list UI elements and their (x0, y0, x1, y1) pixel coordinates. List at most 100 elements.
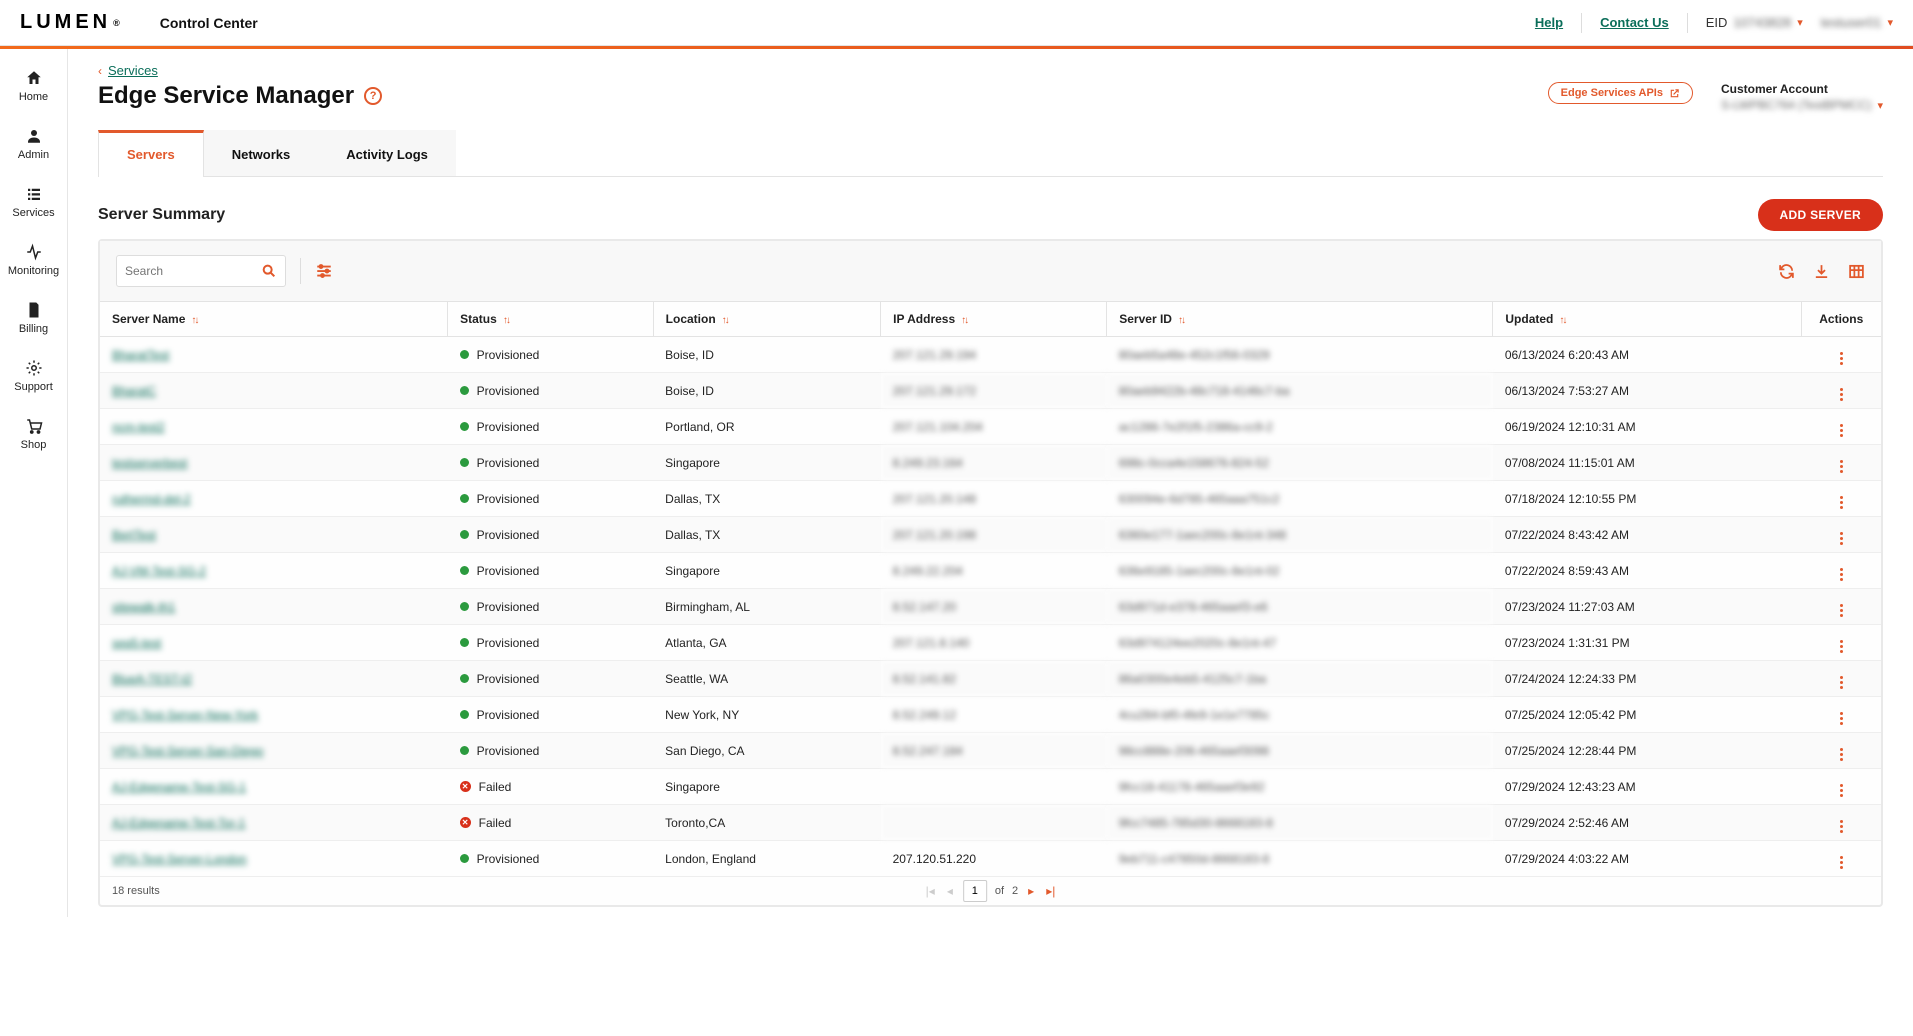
add-server-button[interactable]: ADD SERVER (1758, 199, 1883, 231)
contact-us-link[interactable]: Contact Us (1600, 15, 1669, 30)
updated-cell: 07/23/2024 11:27:03 AM (1493, 589, 1801, 625)
col-ip-address[interactable]: IP Address↑↓ (881, 302, 1107, 337)
ip-cell: 207.121.29.172 (881, 373, 1107, 409)
server-name-link[interactable]: sitewalk-th1 (112, 600, 175, 614)
server-name-link[interactable]: BharatC (112, 384, 156, 398)
server-name-link[interactable]: AJ-VM-Test-SG-2 (112, 564, 206, 578)
row-actions-menu-icon[interactable] (1840, 676, 1843, 689)
ip-cell: 8.52.247.184 (881, 733, 1107, 769)
row-actions-menu-icon[interactable] (1840, 532, 1843, 545)
help-link[interactable]: Help (1535, 15, 1563, 30)
server-summary-panel: Server Name↑↓ Status↑↓ Location↑↓ IP Add… (98, 239, 1883, 907)
search-input-wrapper (116, 255, 286, 287)
row-actions-menu-icon[interactable] (1840, 604, 1843, 617)
row-actions-menu-icon[interactable] (1840, 748, 1843, 761)
filter-icon[interactable] (315, 262, 333, 280)
table-row: AJ-Edgename-Test-Tor-1✕FailedToronto,CA9… (100, 805, 1881, 841)
sidenav: Home Admin Services Monitoring Billing S… (0, 49, 68, 917)
server-name-link[interactable]: BertTest (112, 528, 156, 542)
nav-support[interactable]: Support (0, 347, 67, 405)
search-icon[interactable] (261, 263, 277, 279)
row-actions-menu-icon[interactable] (1840, 496, 1843, 509)
list-icon (25, 185, 43, 203)
col-location[interactable]: Location↑↓ (653, 302, 880, 337)
col-server-name[interactable]: Server Name↑↓ (100, 302, 448, 337)
status-cell: ✕Failed (460, 816, 642, 830)
server-id-cell: 63d971d-e378-465aaef3-e6 (1107, 589, 1493, 625)
table-row: BharatTestProvisionedBoise, ID207.121.29… (100, 337, 1881, 373)
server-name-link[interactable]: ncm-test2 (112, 420, 165, 434)
pager-next-icon[interactable]: ▸ (1026, 884, 1036, 898)
table-row: BharatCProvisionedBoise, ID207.121.29.17… (100, 373, 1881, 409)
tab-servers[interactable]: Servers (98, 130, 204, 177)
pager-last-icon[interactable]: ▸| (1044, 884, 1057, 898)
divider (300, 258, 301, 284)
location-cell: Singapore (653, 769, 880, 805)
pager-first-icon[interactable]: |◂ (924, 884, 937, 898)
server-id-cell: 630094e-6d785-465aaa751c2 (1107, 481, 1493, 517)
columns-icon[interactable] (1848, 263, 1865, 280)
nav-billing[interactable]: Billing (0, 289, 67, 347)
eid-dropdown[interactable]: EID 10743828 ▾ (1706, 15, 1803, 30)
updated-cell: 07/23/2024 1:31:31 PM (1493, 625, 1801, 661)
server-name-link[interactable]: ruthermd-del-2 (112, 492, 191, 506)
row-actions-menu-icon[interactable] (1840, 388, 1843, 401)
user-dropdown[interactable]: testuser01 ▾ (1821, 15, 1893, 30)
status-text: Provisioned (477, 708, 540, 722)
col-server-id[interactable]: Server ID↑↓ (1107, 302, 1493, 337)
ip-cell: 8.52.249.12 (881, 697, 1107, 733)
row-actions-menu-icon[interactable] (1840, 640, 1843, 653)
col-status[interactable]: Status↑↓ (448, 302, 654, 337)
server-name-link[interactable]: testserverbest (112, 456, 187, 470)
server-name-link[interactable]: BharatTest (112, 348, 169, 362)
status-fail-icon: ✕ (460, 781, 471, 792)
location-cell: San Diego, CA (653, 733, 880, 769)
pager-prev-icon[interactable]: ◂ (945, 884, 955, 898)
server-name-link[interactable]: AJ-Edgename-Test-SG-1 (112, 780, 246, 794)
row-actions-menu-icon[interactable] (1840, 784, 1843, 797)
updated-cell: 07/08/2024 11:15:01 AM (1493, 445, 1801, 481)
row-actions-menu-icon[interactable] (1840, 352, 1843, 365)
server-name-link[interactable]: VPG-Test-Server-San-Diego (112, 744, 263, 758)
server-name-link[interactable]: AJ-Edgename-Test-Tor-1 (112, 816, 245, 830)
pager-of-label: of (995, 885, 1004, 897)
row-actions-menu-icon[interactable] (1840, 820, 1843, 833)
location-cell: Atlanta, GA (653, 625, 880, 661)
page-title-text: Edge Service Manager (98, 82, 354, 110)
invoice-icon (25, 301, 43, 319)
nav-home[interactable]: Home (0, 57, 67, 115)
server-name-link[interactable]: seq5-test (112, 636, 161, 650)
col-updated[interactable]: Updated↑↓ (1493, 302, 1801, 337)
server-name-link[interactable]: VPG-Test-Server-London (112, 852, 247, 866)
nav-services[interactable]: Services (0, 173, 67, 231)
customer-account-selector[interactable]: Customer Account S-LWPBC764 (TestBPMCC) … (1721, 82, 1883, 112)
nav-label: Admin (18, 149, 49, 161)
server-name-link[interactable]: VPG-Test-Server-New-York (112, 708, 258, 722)
status-ok-icon (460, 710, 469, 719)
tab-activity-logs[interactable]: Activity Logs (318, 130, 456, 176)
edge-services-apis-button[interactable]: Edge Services APIs (1548, 82, 1693, 104)
table-row: BertTestProvisionedDallas, TX207.121.20.… (100, 517, 1881, 553)
sort-icon: ↑↓ (191, 315, 197, 326)
help-icon[interactable]: ? (364, 87, 382, 105)
row-actions-menu-icon[interactable] (1840, 424, 1843, 437)
nav-admin[interactable]: Admin (0, 115, 67, 173)
tab-networks[interactable]: Networks (204, 130, 319, 176)
download-icon[interactable] (1813, 263, 1830, 280)
table-row: sitewalk-th1ProvisionedBirmingham, AL8.5… (100, 589, 1881, 625)
server-name-link[interactable]: BlueA-TEST-t2 (112, 672, 192, 686)
status-cell: Provisioned (460, 852, 642, 866)
status-cell: Provisioned (460, 420, 642, 434)
row-actions-menu-icon[interactable] (1840, 712, 1843, 725)
breadcrumb-services-link[interactable]: Services (108, 63, 158, 78)
row-actions-menu-icon[interactable] (1840, 856, 1843, 869)
location-cell: Portland, OR (653, 409, 880, 445)
refresh-icon[interactable] (1778, 263, 1795, 280)
pager-page-input[interactable] (963, 880, 987, 902)
row-actions-menu-icon[interactable] (1840, 568, 1843, 581)
status-cell: Provisioned (460, 564, 642, 578)
nav-monitoring[interactable]: Monitoring (0, 231, 67, 289)
search-input[interactable] (125, 264, 245, 278)
row-actions-menu-icon[interactable] (1840, 460, 1843, 473)
nav-shop[interactable]: Shop (0, 405, 67, 463)
